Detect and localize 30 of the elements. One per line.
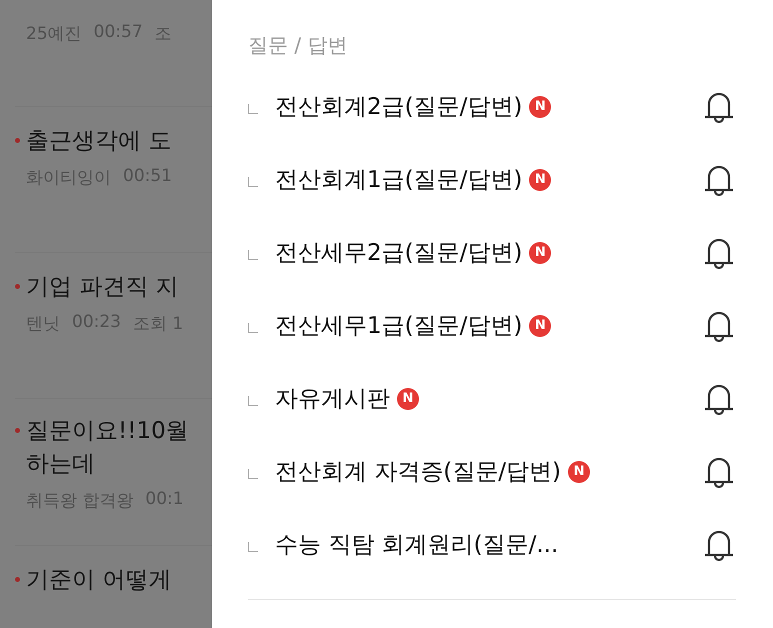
bullet-icon [15, 428, 20, 433]
board-link[interactable]: 전산회계1급(질문/답변) [275, 164, 522, 195]
new-badge: N [397, 388, 419, 410]
bullet-icon [15, 577, 20, 582]
indent-icon [248, 468, 258, 478]
indent-icon [248, 250, 258, 260]
new-badge: N [529, 96, 552, 118]
post-title: 하는데 [26, 450, 96, 479]
new-badge: N [529, 242, 552, 264]
bullet-icon [15, 284, 20, 289]
indent-icon [248, 542, 258, 552]
new-badge: N [568, 460, 590, 482]
post-title: 출근생각에 도 [26, 127, 172, 156]
indent-icon [248, 104, 258, 114]
board-link[interactable]: 전산세무1급(질문/답변) [275, 310, 522, 341]
post-title: 기준이 어떻게 [26, 566, 172, 595]
bullet-icon [15, 138, 20, 143]
board-link[interactable]: 전산세무2급(질문/답변) [275, 237, 522, 268]
post-title: 기업 파견직 지 [26, 273, 179, 302]
indent-icon [248, 176, 258, 186]
board-link[interactable]: 전산회계 자격증(질문/답변) [275, 456, 562, 487]
new-badge: N [529, 168, 552, 190]
board-link[interactable]: 수능 직탐 회계원리(질문/... [275, 529, 558, 560]
post-title: 질문이요!!10월 [26, 417, 189, 446]
board-link[interactable]: 전산회계2급(질문/답변) [275, 91, 522, 122]
board-link[interactable]: 자유게시판 [275, 383, 390, 414]
new-badge: N [529, 314, 552, 336]
indent-icon [248, 322, 258, 332]
section-title: 질문 / 답변 [248, 32, 348, 59]
indent-icon [248, 396, 258, 406]
